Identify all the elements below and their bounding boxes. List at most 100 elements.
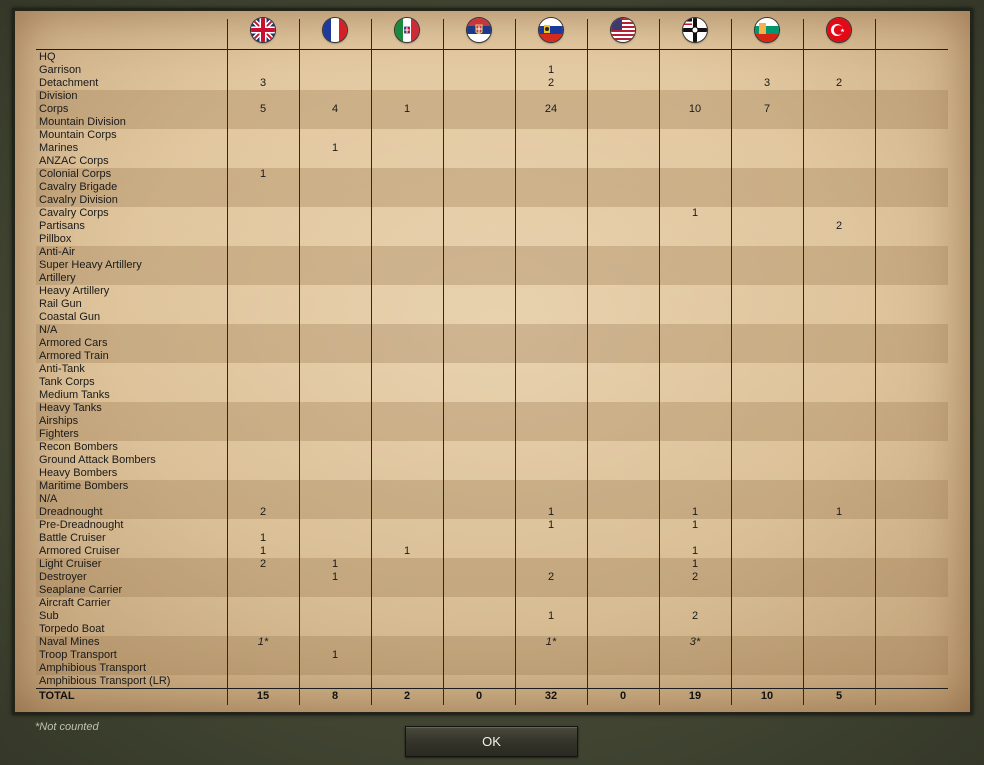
unit-count-cell: 2 — [259, 506, 267, 518]
row-label: Battle Cruiser — [39, 532, 106, 544]
italy-flag-icon — [395, 18, 419, 42]
unit-count-cell: 3* — [689, 636, 701, 648]
unit-count-cell: 1 — [259, 168, 267, 180]
row-label: Medium Tanks — [39, 389, 110, 401]
unit-count-cell: 1 — [835, 506, 843, 518]
row-label: Division — [39, 90, 78, 102]
row-label: Corps — [39, 103, 69, 115]
france-flag-icon — [323, 18, 347, 42]
column-divider-2 — [299, 19, 300, 705]
column-divider-7 — [659, 19, 660, 705]
row-label: Torpedo Boat — [39, 623, 105, 635]
row-label: Ground Attack Bombers — [39, 454, 156, 466]
total-cell: 19 — [688, 690, 702, 702]
total-cell: 8 — [331, 690, 339, 702]
row-label: HQ — [39, 51, 56, 63]
row-label: Colonial Corps — [39, 168, 112, 180]
row-label: Heavy Tanks — [39, 402, 102, 414]
unit-count-cell: 10 — [688, 103, 702, 115]
footnote-not-counted: *Not counted — [35, 721, 99, 733]
unit-count-cell: 3 — [259, 77, 267, 89]
row-label: Detachment — [39, 77, 99, 89]
row-label: Pillbox — [39, 233, 72, 245]
unit-count-cell: 7 — [763, 103, 771, 115]
germany-flag-icon — [683, 18, 707, 42]
total-label: TOTAL — [39, 690, 75, 702]
unit-count-cell: 2 — [835, 220, 843, 232]
row-label: Armored Cruiser — [39, 545, 120, 557]
column-divider-8 — [731, 19, 732, 705]
row-label: Destroyer — [39, 571, 87, 583]
row-label: Cavalry Corps — [39, 207, 109, 219]
serbia-flag-icon — [467, 18, 491, 42]
row-label: ANZAC Corps — [39, 155, 109, 167]
row-label: Anti-Tank — [39, 363, 85, 375]
unit-count-cell: 2 — [259, 558, 267, 570]
row-band-7 — [36, 558, 948, 597]
ottoman-flag-icon — [827, 18, 851, 42]
total-cell: 32 — [544, 690, 558, 702]
row-label: Rail Gun — [39, 298, 82, 310]
unit-count-cell: 1 — [547, 506, 555, 518]
row-label: Cavalry Division — [39, 194, 118, 206]
unit-count-cell: 1 — [403, 545, 411, 557]
total-cell: 0 — [619, 690, 627, 702]
column-divider-9 — [803, 19, 804, 705]
row-band-3 — [36, 246, 948, 285]
unit-count-cell: 1 — [691, 506, 699, 518]
row-label: N/A — [39, 493, 58, 505]
russia-flag-icon — [539, 18, 563, 42]
row-label: Amphibious Transport (LR) — [39, 675, 171, 687]
unit-count-cell: 1 — [691, 558, 699, 570]
unit-count-cell: 1 — [691, 545, 699, 557]
row-label: Super Heavy Artillery — [39, 259, 142, 271]
unit-count-cell: 2 — [547, 77, 555, 89]
unit-count-cell: 1 — [691, 207, 699, 219]
unit-count-cell: 2 — [691, 610, 699, 622]
column-divider-4 — [443, 19, 444, 705]
row-label: Pre-Dreadnought — [39, 519, 124, 531]
row-band-1 — [36, 90, 948, 129]
row-label: Artillery — [39, 272, 76, 284]
total-cell: 10 — [760, 690, 774, 702]
unit-count-cell: 1 — [331, 649, 339, 661]
row-label: Garrison — [39, 64, 82, 76]
column-divider-6 — [587, 19, 588, 705]
unit-count-cell: 4 — [331, 103, 339, 115]
column-divider-5 — [515, 19, 516, 705]
unit-count-cell: 1 — [331, 142, 339, 154]
row-label: Mountain Division — [39, 116, 126, 128]
row-label: Light Cruiser — [39, 558, 102, 570]
row-label: Aircraft Carrier — [39, 597, 111, 609]
row-label: Seaplane Carrier — [39, 584, 123, 596]
total-cell: 15 — [256, 690, 270, 702]
unit-count-cell: 1 — [259, 532, 267, 544]
row-label: Mountain Corps — [39, 129, 117, 141]
unit-count-cell: 1 — [331, 571, 339, 583]
unit-count-cell: 1* — [545, 636, 557, 648]
total-cell: 2 — [403, 690, 411, 702]
row-band-5 — [36, 402, 948, 441]
unit-count-cell: 5 — [259, 103, 267, 115]
unit-count-cell: 1 — [547, 519, 555, 531]
total-cell: 0 — [475, 690, 483, 702]
row-label: Armored Train — [39, 350, 109, 362]
row-label: Airships — [39, 415, 79, 427]
unit-count-cell: 1 — [331, 558, 339, 570]
row-label: Coastal Gun — [39, 311, 101, 323]
row-label: Tank Corps — [39, 376, 95, 388]
row-label: Maritime Bombers — [39, 480, 129, 492]
column-divider-3 — [371, 19, 372, 705]
unit-count-cell: 3 — [763, 77, 771, 89]
column-divider-10 — [875, 19, 876, 705]
total-rule — [36, 688, 948, 689]
row-label: N/A — [39, 324, 58, 336]
uk-flag-icon — [251, 18, 275, 42]
row-label: Troop Transport — [39, 649, 117, 661]
unit-count-cell: 1 — [691, 519, 699, 531]
unit-count-cell: 2 — [691, 571, 699, 583]
usa-flag-icon — [611, 18, 635, 42]
unit-count-cell: 24 — [544, 103, 558, 115]
ok-button[interactable]: OK — [405, 726, 578, 757]
row-label: Armored Cars — [39, 337, 108, 349]
